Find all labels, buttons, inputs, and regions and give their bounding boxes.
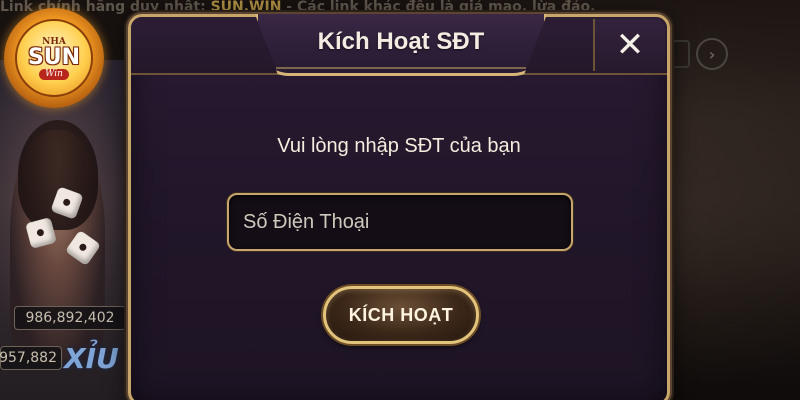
marquee-suffix: - Các link khác đều là giả mạo, lừa đảo.	[281, 0, 596, 15]
logo-brand-text: SUN	[27, 44, 81, 70]
phone-number-input[interactable]	[227, 193, 573, 251]
close-button[interactable]: ✕	[593, 19, 665, 71]
close-icon: ✕	[615, 25, 645, 65]
activate-button[interactable]: KÍCH HOẠT	[323, 286, 479, 344]
sunwin-logo: NHA SUN Win	[4, 8, 104, 108]
dialog-title-tab: Kích Hoạt SĐT	[255, 14, 547, 76]
xiu-label: XỈU	[64, 342, 119, 375]
jackpot-amount-1: 986,892,402	[14, 306, 126, 330]
next-arrow-button[interactable]: ›	[696, 38, 728, 70]
phone-prompt-text: Vui lòng nhập SĐT của bạn	[277, 135, 521, 157]
dialog-title: Kích Hoạt SĐT	[317, 27, 485, 55]
marquee-link[interactable]: SUN.WIN	[211, 0, 282, 15]
activate-phone-dialog: Kích Hoạt SĐT ✕ Vui lòng nhập SĐT của bạ…	[128, 14, 670, 400]
chevron-right-icon: ›	[708, 44, 716, 64]
jackpot-amount-2: 957,882	[0, 346, 62, 370]
logo-sub-text: Win	[39, 68, 69, 80]
